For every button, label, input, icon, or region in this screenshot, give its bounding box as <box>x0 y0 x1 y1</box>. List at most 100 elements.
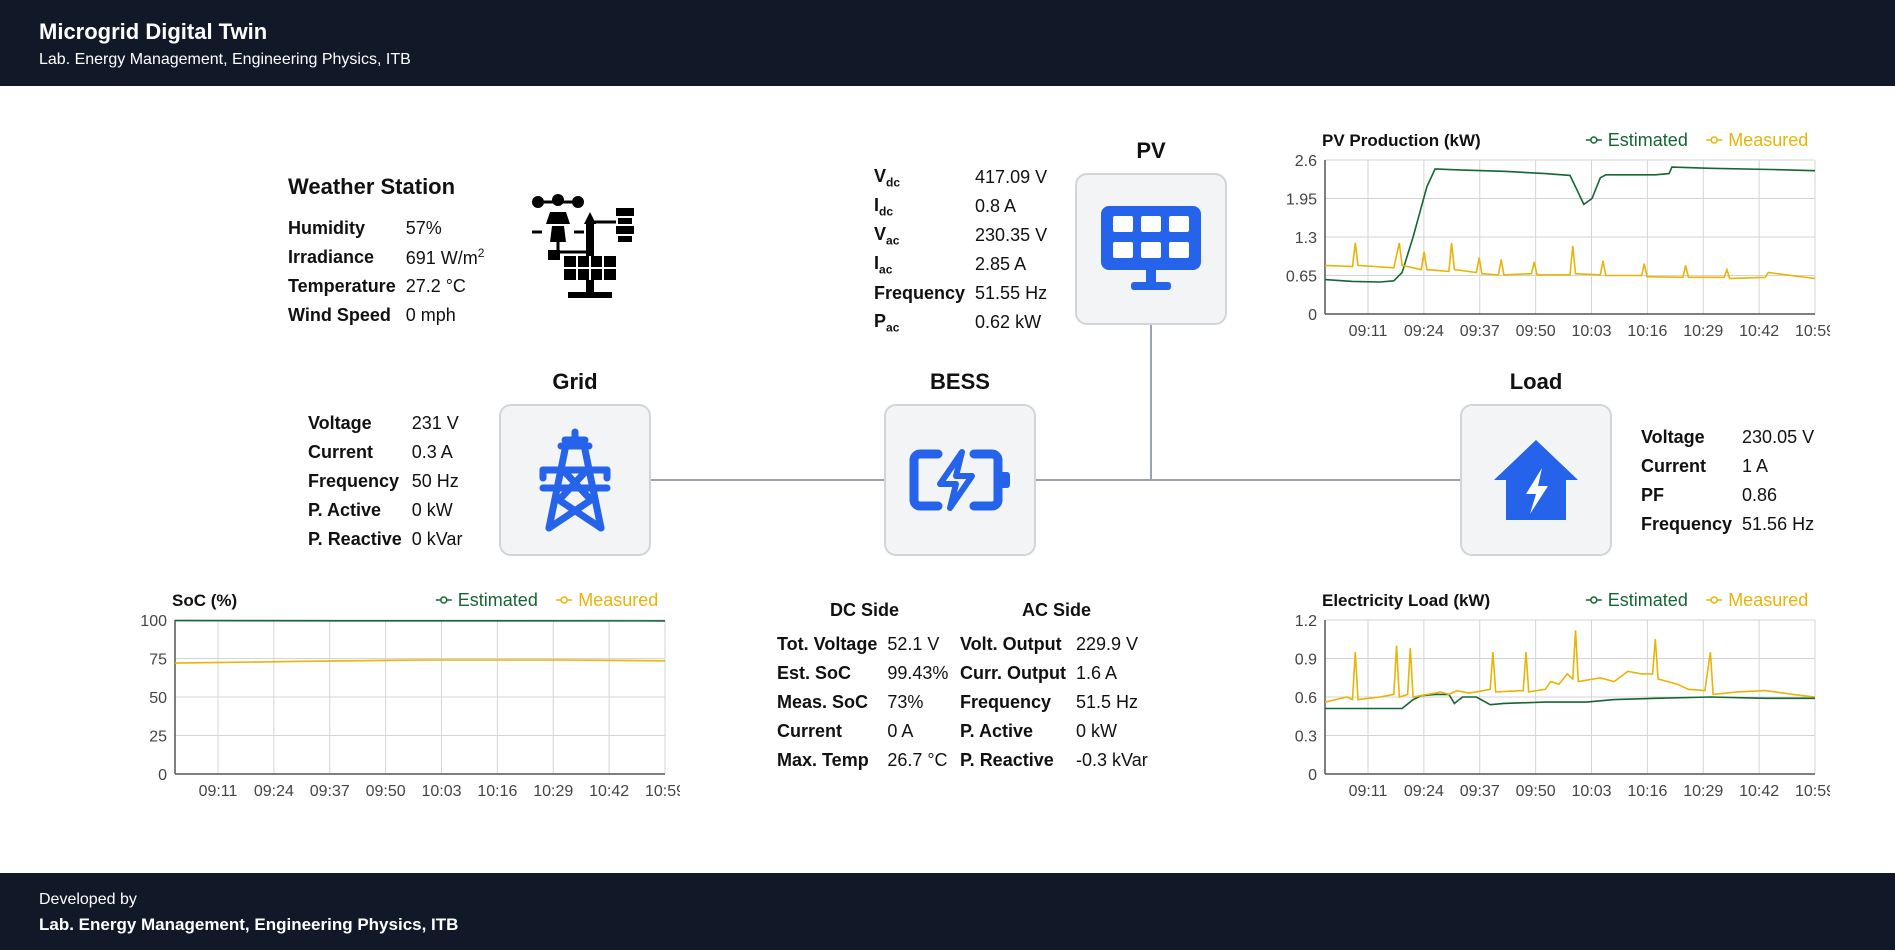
bess-dc-value: 73% <box>887 692 924 712</box>
legend-label: Measured <box>1728 132 1808 150</box>
bess-ac-label: P. Active <box>960 721 1034 741</box>
table-row: Volt. Output 229.9 V <box>960 630 1158 659</box>
x-tick-label: 09:24 <box>1404 323 1444 340</box>
bess-dc-title: DC Side <box>830 600 900 620</box>
pv-title: PV <box>1136 138 1166 163</box>
table-row: P. Reactive 0 kVar <box>308 525 472 554</box>
bess-ac-value: 51.5 Hz <box>1076 692 1139 712</box>
x-tick-label: 10:03 <box>1571 783 1611 800</box>
bess-ac-title: AC Side <box>1022 600 1092 620</box>
grid-label: Frequency <box>308 471 400 491</box>
pv-production-chart: PV Production (kW) Measured Estimated 0 0.65… <box>1286 132 1830 340</box>
x-tick-label: 10:29 <box>1683 323 1723 340</box>
x-tick-label: 10:59 <box>1795 783 1830 800</box>
chart-title: PV Production (kW) <box>1322 132 1481 150</box>
weather-label: Temperature <box>288 276 396 296</box>
table-row: Current 0.3 A <box>308 438 472 467</box>
weather-station-title: Weather Station <box>288 174 456 199</box>
table-row: Temperature 27.2 °C <box>288 272 494 301</box>
table-row: Idc 0.8 A <box>874 192 1057 221</box>
grid-node[interactable] <box>499 404 651 556</box>
legend-marker <box>1590 596 1598 604</box>
legend-marker <box>1710 136 1718 144</box>
table-row: Wind Speed 0 mph <box>288 301 494 330</box>
y-tick-label: 0 <box>1308 767 1317 784</box>
battery-charging-icon <box>909 449 1010 511</box>
x-tick-label: 09:50 <box>1516 783 1556 800</box>
grid-value: 0 kVar <box>411 529 463 549</box>
x-tick-label: 10:03 <box>421 783 461 800</box>
weather-value: 691 W/m2 <box>405 246 485 268</box>
bess-ac-value: 229.9 V <box>1076 634 1139 654</box>
x-tick-label: 09:11 <box>199 783 238 800</box>
y-tick-label: 1.3 <box>1295 230 1317 247</box>
app-subtitle: Lab. Energy Management, Engineering Phys… <box>39 51 411 68</box>
load-label: Voltage <box>1641 427 1705 447</box>
pv-node[interactable] <box>1075 173 1227 325</box>
bess-node[interactable] <box>884 404 1036 556</box>
legend-marker <box>560 596 568 604</box>
grid-label: Current <box>308 442 374 462</box>
load-value: 230.05 V <box>1742 427 1815 447</box>
load-label: PF <box>1641 485 1665 505</box>
x-tick-label: 09:50 <box>366 783 406 800</box>
bess-dc-value: 0 A <box>887 721 914 741</box>
pv-table: Vdc 417.09 V Idc 0.8 A Vac 230.35 V Iac 2.85… <box>874 163 1057 337</box>
pv-label: Iac <box>874 252 893 277</box>
y-tick-label: 1.95 <box>1286 192 1317 209</box>
bess-title: BESS <box>930 369 990 394</box>
weather-station-icon <box>528 192 640 304</box>
y-tick-label: 0.6 <box>1295 690 1317 707</box>
grid-bess-line <box>651 479 885 481</box>
app-title: Microgrid Digital Twin <box>39 19 268 44</box>
load-value: 51.56 Hz <box>1742 514 1815 534</box>
bess-ac-label: P. Reactive <box>960 750 1054 770</box>
load-label: Current <box>1641 456 1707 476</box>
y-tick-label: 75 <box>149 652 167 669</box>
legend-marker <box>440 596 448 604</box>
bess-dc-label: Max. Temp <box>777 750 869 770</box>
bess-load-line <box>1035 479 1461 481</box>
legend-label: Measured <box>578 592 658 610</box>
x-tick-label: 10:16 <box>477 783 517 800</box>
table-row: Max. Temp 26.7 °C <box>777 746 958 775</box>
bess-ac-label: Volt. Output <box>960 634 1062 654</box>
x-tick-label: 10:29 <box>1683 783 1723 800</box>
y-tick-label: 0.3 <box>1295 729 1317 746</box>
y-tick-label: 2.6 <box>1295 153 1317 170</box>
table-row: Frequency 50 Hz <box>308 467 472 496</box>
y-tick-label: 25 <box>149 729 167 746</box>
x-tick-label: 09:11 <box>1349 783 1388 800</box>
house-lightning-icon <box>1494 440 1578 520</box>
app-header: Microgrid Digital Twin Lab. Energy Manag… <box>0 0 1895 86</box>
table-row: Vac 230.35 V <box>874 221 1057 250</box>
series-line-measured <box>174 659 666 664</box>
load-node[interactable] <box>1460 404 1612 556</box>
grid-label: P. Reactive <box>308 529 402 549</box>
weather-table: Humidity 57% Irradiance 691 W/m2 Temperatu… <box>288 214 494 330</box>
bess-ac-label: Curr. Output <box>960 663 1066 683</box>
legend-label: Estimated <box>458 592 538 610</box>
grid-label: P. Active <box>308 500 382 520</box>
x-tick-label: 09:37 <box>310 783 350 800</box>
load-label: Frequency <box>1641 514 1733 534</box>
grid-title: Grid <box>552 369 598 394</box>
y-tick-label: 0.9 <box>1295 652 1317 669</box>
load-value: 0.86 <box>1742 485 1778 505</box>
table-row: Current 1 A <box>1641 452 1824 481</box>
y-tick-label: 100 <box>140 613 167 630</box>
table-row: Humidity 57% <box>288 214 494 243</box>
x-tick-label: 09:37 <box>1460 323 1500 340</box>
x-tick-label: 10:29 <box>533 783 573 800</box>
y-tick-label: 0.65 <box>1286 269 1317 286</box>
bess-dc-label: Est. SoC <box>777 663 852 683</box>
table-row: Frequency 51.56 Hz <box>1641 510 1824 539</box>
series-line-measured <box>1324 630 1816 703</box>
grid-value: 0 kW <box>411 500 453 520</box>
legend-label: Estimated <box>1608 132 1688 150</box>
x-tick-label: 09:24 <box>254 783 294 800</box>
legend-marker <box>1710 596 1718 604</box>
series-line-measured <box>1324 242 1816 280</box>
table-row: Est. SoC 99.43% <box>777 659 958 688</box>
bess-dc-value: 26.7 °C <box>887 750 948 770</box>
